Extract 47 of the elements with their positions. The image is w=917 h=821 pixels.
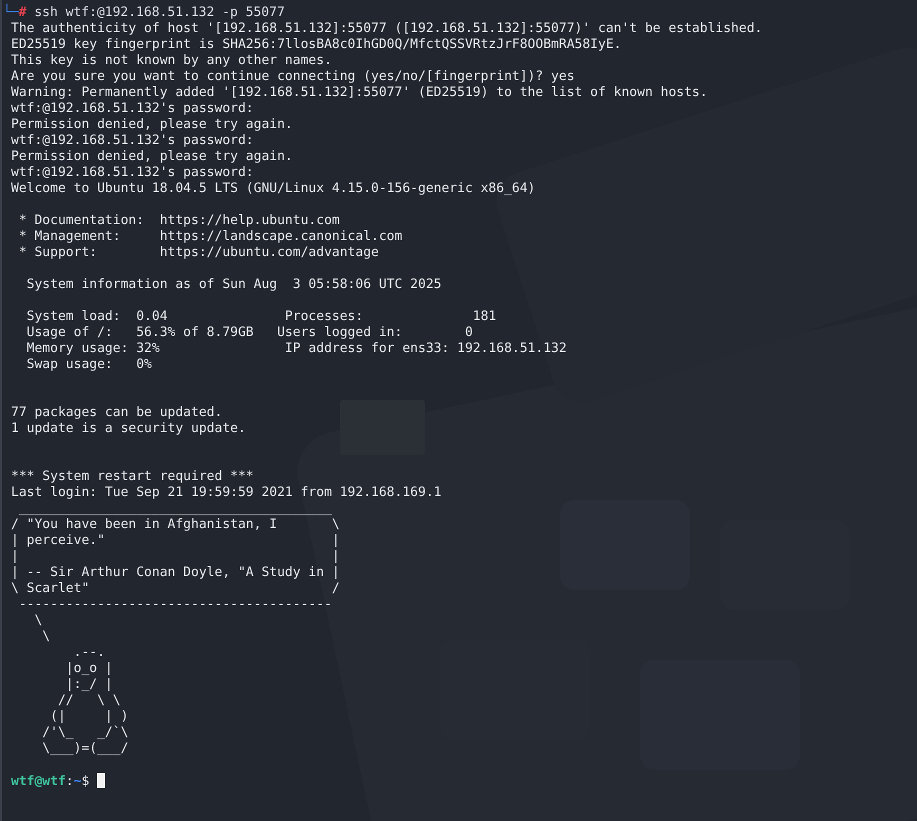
- prompt-corner: └─: [3, 5, 19, 21]
- output-line: wtf:@192.168.51.132's password:: [11, 165, 255, 181]
- output-line: *** System restart required ***: [11, 469, 255, 485]
- output-line: 1 update is a security update.: [11, 421, 247, 437]
- output-line: * Management: https://landscape.canonical.com: [18, 229, 404, 245]
- output-line: | -- Sir Arthur Conan Doyle, "A Study in |: [11, 565, 341, 581]
- output-line: Usage of /: 56.3% of 8.79GB Users logged in: 0: [26, 325, 474, 341]
- output-line: Permission denied, please try again.: [11, 117, 294, 133]
- output-line: \ Scarlet" /: [11, 581, 341, 597]
- output-line: // \ \: [56, 693, 122, 709]
- output-line: ________________________________________: [18, 501, 333, 517]
- output-line: \: [41, 629, 52, 645]
- output-line: Welcome to Ubuntu 18.04.5 LTS (GNU/Linux 4.15.0-156-generic x86_64): [11, 181, 536, 197]
- output-line: wtf:@192.168.51.132's password:: [11, 101, 255, 117]
- output-line: / "You have been in Afghanistan, I \: [11, 517, 341, 533]
- output-line: wtf:@192.168.51.132's password:: [11, 133, 255, 149]
- output-line: ----------------------------------------: [18, 597, 333, 613]
- output-line: System information as of Sun Aug 3 05:58:06 UTC 2025: [26, 277, 442, 293]
- prompt-symbol: $: [81, 774, 90, 790]
- prompt-path: ~: [74, 774, 82, 790]
- output-line: \: [33, 613, 44, 629]
- output-line: System load: 0.04 Processes: 181: [26, 309, 498, 325]
- output-line: | |: [11, 549, 341, 565]
- root-prompt: #: [18, 5, 26, 21]
- output-line: This key is not known by any other names.: [11, 53, 333, 69]
- output-line: |o_o |: [64, 661, 114, 677]
- output-line: Warning: Permanently added '[192.168.51.132]:55077' (ED25519) to the list of known hosts.: [11, 85, 709, 101]
- output-line: /'\_ _/`\: [41, 725, 130, 741]
- output-line: Memory usage: 32% IP address for ens33: 192.168.51.132: [26, 341, 568, 357]
- output-line: .--.: [72, 645, 106, 661]
- output-line: Are you sure you want to continue connecting (yes/no/[fingerprint])? yes: [11, 69, 576, 85]
- output-line: * Documentation: https://help.ubuntu.com: [18, 213, 341, 229]
- output-line: (| | ): [49, 709, 130, 725]
- output-line: * Support: https://ubuntu.com/advantage: [18, 245, 380, 261]
- output-line: \___)=(___/: [41, 741, 130, 757]
- command-text: ssh wtf:@192.168.51.132 -p 55077: [34, 5, 285, 21]
- output-line: Swap usage: 0%: [26, 357, 153, 373]
- cursor-icon: [97, 773, 106, 788]
- prompt-user: wtf@wtf: [11, 774, 66, 790]
- prompt-separator: :: [66, 774, 74, 790]
- output-line: Permission denied, please try again.: [11, 149, 294, 165]
- output-line: ED25519 key fingerprint is SHA256:7llosBA8c0IhGD0Q/MfctQSSVRtzJrF8OOBmRA58IyE.: [11, 37, 622, 53]
- output-line: The authenticity of host '[192.168.51.132]:55077 ([192.168.51.132]:55077)' can't be established.: [11, 21, 764, 37]
- output-line: 77 packages can be updated.: [11, 405, 224, 421]
- output-line: | perceive." |: [11, 533, 341, 549]
- output-line: |:_/ |: [64, 677, 114, 693]
- output-line: Last login: Tue Sep 21 19:59:59 2021 from 192.168.169.1: [11, 485, 442, 501]
